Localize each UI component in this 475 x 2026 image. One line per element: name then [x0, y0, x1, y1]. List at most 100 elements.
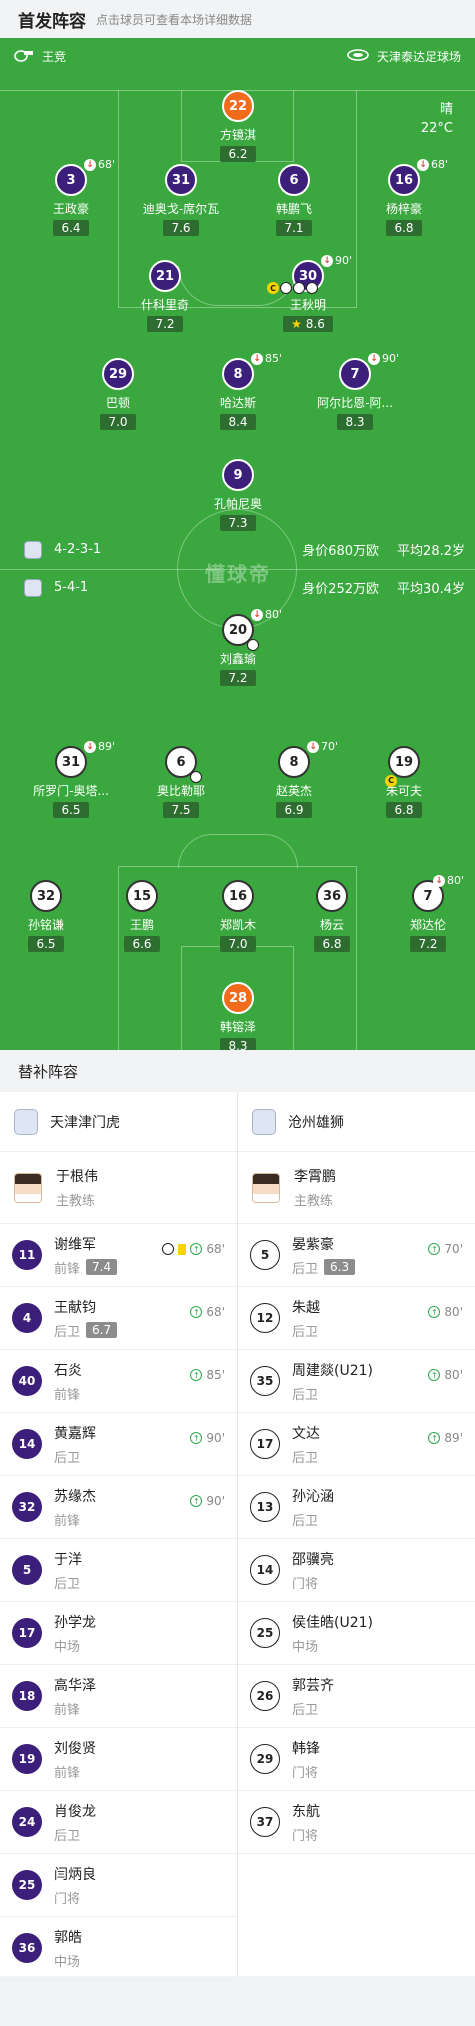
- player-rating: 8.3: [220, 1038, 256, 1050]
- sub-row[interactable]: 37 东航 门将: [238, 1791, 475, 1854]
- sub-name: 高华泽: [54, 1677, 96, 1694]
- player-rating: 6.9: [276, 802, 312, 818]
- goal-ball-icon: [162, 1243, 175, 1255]
- away-player-32[interactable]: 32 孙铭谦 6.5: [0, 880, 101, 952]
- player-number: 21: [149, 260, 181, 292]
- sub-rating: 6.7: [86, 1322, 118, 1338]
- home-player-21[interactable]: 21 什科里奇 7.2: [110, 260, 220, 332]
- sub-position: 前锋: [54, 1261, 81, 1277]
- sub-on-time: 89': [444, 1431, 463, 1445]
- player-rating: 7.0: [100, 414, 136, 430]
- sub-row[interactable]: 17 文达 后卫 ↑ 89': [238, 1413, 475, 1476]
- sub-row[interactable]: 5 于洋 后卫: [0, 1539, 237, 1602]
- sub-row[interactable]: 36 郭皓 中场: [0, 1917, 237, 1980]
- away-player-8[interactable]: 8 ↓ 70' 赵英杰 6.9: [239, 740, 349, 818]
- sub-rating: 6.3: [324, 1259, 356, 1275]
- player-rating: 7.5: [163, 802, 199, 818]
- penalty-arc-bottom: [178, 834, 298, 868]
- sub-name: 谢维军: [54, 1236, 96, 1253]
- sub-name: 朱越: [292, 1299, 320, 1316]
- sub-row[interactable]: 13 孙沁涵 后卫: [238, 1476, 475, 1539]
- sub-row[interactable]: 32 苏缘杰 前锋 ↑ 90': [0, 1476, 237, 1539]
- sub-row[interactable]: 26 郭芸齐 后卫: [238, 1665, 475, 1728]
- home-team-header[interactable]: 天津津门虎: [0, 1092, 237, 1152]
- sub-row[interactable]: 12 朱越 后卫 ↑ 80': [238, 1287, 475, 1350]
- away-player-7[interactable]: 7 ↓ 80' 郑达伦 7.2: [373, 874, 475, 952]
- player-name: 迪奥戈-席尔瓦: [142, 202, 220, 216]
- sub-on-icon: ↑: [190, 1243, 203, 1255]
- sub-name: 刘俊贤: [54, 1740, 96, 1757]
- sub-row[interactable]: 25 闫炳良 门将: [0, 1854, 237, 1917]
- home-player-3[interactable]: 3 ↓ 68' 王政豪 6.4: [16, 158, 126, 236]
- away-player-15[interactable]: 15 王鹏 6.6: [87, 880, 197, 952]
- sub-number: 37: [250, 1807, 280, 1837]
- sub-on-time: 85': [206, 1368, 225, 1382]
- home-player-16[interactable]: 16 ↓ 68' 杨梓豪 6.8: [349, 158, 459, 236]
- player-number: 7: [339, 358, 371, 390]
- player-rating: 7.0: [220, 936, 256, 952]
- sub-off-icon: ↓: [251, 608, 263, 621]
- home-player-30[interactable]: 30 ↓ 90' C 王秋明 ★ 8.6: [253, 254, 363, 332]
- weather-condition: 晴: [439, 102, 453, 117]
- sub-off-marker: ↓ 80': [251, 608, 282, 621]
- home-player-7[interactable]: 7 ↓ 90' 阿尔比恩-阿... 8.3: [300, 352, 410, 430]
- sub-number: 13: [250, 1492, 280, 1522]
- sub-position: 门将: [54, 1891, 81, 1907]
- sub-row[interactable]: 14 邵骥亮 门将: [238, 1539, 475, 1602]
- sub-number: 17: [250, 1429, 280, 1459]
- player-name: 孙铭谦: [27, 918, 64, 932]
- home-player-6[interactable]: 6 韩鹏飞 7.1: [239, 164, 349, 236]
- home-player-31[interactable]: 31 迪奥戈-席尔瓦 7.6: [126, 164, 236, 236]
- player-name: 王政豪: [52, 202, 89, 216]
- away-coach[interactable]: 李霄鹏 主教练: [238, 1152, 475, 1224]
- home-player-22[interactable]: 22 方镜淇 6.2: [183, 90, 293, 162]
- sub-number: 26: [250, 1681, 280, 1711]
- away-team-header[interactable]: 沧州雄狮: [238, 1092, 475, 1152]
- sub-row[interactable]: 19 刘俊贤 前锋: [0, 1728, 237, 1791]
- away-team-name: 沧州雄狮: [288, 1114, 344, 1131]
- player-rating: 6.5: [28, 936, 64, 952]
- referee-name: 王竞: [42, 49, 67, 64]
- sub-name: 晏紫豪: [292, 1236, 334, 1253]
- sub-off-marker: ↓ 90': [368, 352, 399, 365]
- sub-off-marker: ↓ 68': [417, 158, 448, 171]
- away-player-19[interactable]: 19 C 朱可夫 6.8: [349, 746, 459, 818]
- sub-row[interactable]: 5 晏紫豪 后卫 6.3 ↑ 70': [238, 1224, 475, 1287]
- sub-on-icon: ↑: [190, 1495, 203, 1507]
- sub-row[interactable]: 24 肖俊龙 后卫: [0, 1791, 237, 1854]
- sub-number: 14: [250, 1555, 280, 1585]
- player-rating: 7.2: [147, 316, 183, 332]
- away-player-36[interactable]: 36 杨云 6.8: [277, 880, 387, 952]
- sub-row[interactable]: 35 周建燚(U21) 后卫 ↑ 80': [238, 1350, 475, 1413]
- sub-position: 后卫: [54, 1576, 81, 1592]
- away-player-31[interactable]: 31 ↓ 89' 所罗门-奥塔... 6.5: [16, 740, 126, 818]
- away-player-6[interactable]: 6 奥比勒耶 7.5: [126, 746, 236, 818]
- sub-on-icon: ↑: [428, 1243, 441, 1255]
- away-player-20[interactable]: 20 ↓ 80' 刘鑫瑜 7.2: [183, 608, 293, 686]
- player-rating-mvp: ★ 8.6: [283, 316, 333, 332]
- sub-row[interactable]: 14 黄嘉辉 后卫 ↑ 90': [0, 1413, 237, 1476]
- sub-row[interactable]: 4 王献钧 后卫 6.7 ↑ 68': [0, 1287, 237, 1350]
- coach-avatar: [14, 1172, 42, 1203]
- home-player-29[interactable]: 29 巴顿 7.0: [63, 358, 173, 430]
- sub-on-time: 90': [206, 1494, 225, 1508]
- home-player-9[interactable]: 9 孔帕尼奥 7.3: [183, 459, 293, 531]
- sub-name: 于洋: [54, 1551, 82, 1568]
- home-player-8[interactable]: 8 ↓ 85' 哈达斯 8.4: [183, 352, 293, 430]
- sub-row[interactable]: 11 谢维军 前锋 7.4 ↑ 68': [0, 1224, 237, 1287]
- player-rating: 6.8: [386, 220, 422, 236]
- home-coach[interactable]: 于根伟 主教练: [0, 1152, 237, 1224]
- player-rating: 8.3: [337, 414, 373, 430]
- sub-row[interactable]: 25 侯佳皓(U21) 中场: [238, 1602, 475, 1665]
- away-player-28[interactable]: 28 韩镕泽 8.3: [183, 982, 293, 1050]
- sub-off-icon: ↓: [368, 352, 380, 365]
- sub-off-marker: ↓ 90': [321, 254, 352, 267]
- player-number: 36: [316, 880, 348, 912]
- sub-row[interactable]: 18 高华泽 前锋: [0, 1665, 237, 1728]
- lineup-header: 首发阵容 点击球员可查看本场详细数据: [0, 0, 475, 38]
- weather-temperature: 22°C: [420, 121, 453, 136]
- sub-row[interactable]: 40 石炎 前锋 ↑ 85': [0, 1350, 237, 1413]
- sub-row[interactable]: 17 孙学龙 中场: [0, 1602, 237, 1665]
- sub-row[interactable]: 29 韩锋 门将: [238, 1728, 475, 1791]
- sub-on-time: 68': [206, 1242, 225, 1256]
